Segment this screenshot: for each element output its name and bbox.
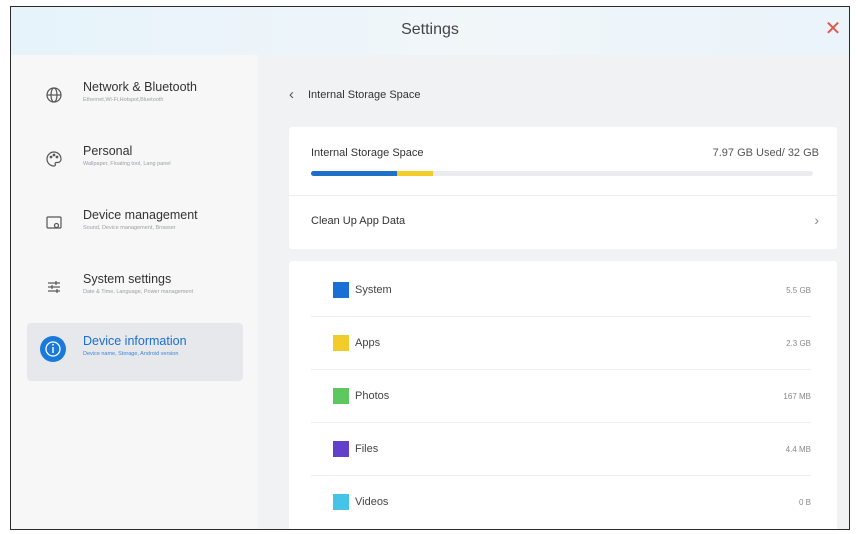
device-icon [43,212,65,234]
back-chevron-icon[interactable]: ‹ [289,85,294,105]
color-swatch [333,441,349,457]
category-name: System [355,284,392,296]
storage-used-value: 7.97 GB Used/ 32 GB [712,147,819,159]
sidebar: Network & Bluetooth Ethernet,Wi-Fi,Hotsp… [11,55,257,529]
color-swatch [333,494,349,510]
list-item-files[interactable]: Files 4.4 MB [311,424,811,476]
category-size: 167 MB [783,392,811,401]
storage-usage-bar [311,171,813,176]
main-panel: ‹ Internal Storage Space Internal Storag… [259,55,849,529]
sidebar-item-network-bluetooth[interactable]: Network & Bluetooth Ethernet,Wi-Fi,Hotsp… [27,69,241,125]
sidebar-item-subtitle: Wallpaper, Floating tool, Lang panel [83,161,171,167]
clean-up-label: Clean Up App Data [311,215,406,227]
storage-breakdown-list: System 5.5 GB Apps 2.3 GB Photos 167 MB … [289,261,837,529]
sidebar-item-label: Personal [83,144,133,158]
list-item-apps[interactable]: Apps 2.3 GB [311,318,811,370]
sidebar-item-label: Device information [83,334,187,348]
sidebar-item-subtitle: Device name, Storage, Android version [83,351,179,357]
category-size: 4.4 MB [785,445,811,454]
clean-up-app-data-button[interactable]: Clean Up App Data › [289,196,837,249]
color-swatch [333,282,349,298]
storage-bar-segment-apps [397,171,434,176]
sidebar-item-label: System settings [83,272,172,286]
palette-icon [43,148,65,170]
storage-summary-card: Internal Storage Space 7.97 GB Used/ 32 … [289,127,837,249]
storage-label: Internal Storage Space [311,147,424,159]
category-size: 5.5 GB [786,286,811,295]
divider [311,475,811,476]
color-swatch [333,335,349,351]
page-title: Internal Storage Space [308,89,421,101]
close-icon[interactable]: ✕ [821,17,845,41]
settings-window: Settings ✕ Network & Bluetooth Ethernet,… [10,6,850,530]
list-item-photos[interactable]: Photos 167 MB [311,371,811,423]
sidebar-item-subtitle: Date & Time, Language, Power management [83,289,194,295]
divider [311,369,811,370]
category-name: Apps [355,337,381,349]
list-item-videos[interactable]: Videos 0 B [311,477,811,529]
sidebar-item-label: Device management [83,208,198,222]
sidebar-item-subtitle: Ethernet,Wi-Fi,Hotspot,Bluetooth [83,97,164,103]
sidebar-item-personal[interactable]: Personal Wallpaper, Floating tool, Lang … [27,133,241,189]
category-size: 2.3 GB [786,339,811,348]
sliders-icon [43,276,65,298]
sidebar-item-system-settings[interactable]: System settings Date & Time, Language, P… [27,261,241,317]
storage-bar-segment-system [311,171,398,176]
sidebar-item-label: Network & Bluetooth [83,80,197,94]
chevron-right-icon: › [814,212,819,228]
sidebar-item-device-information[interactable]: Device information Device name, Storage,… [27,323,243,381]
sidebar-item-subtitle: Sound, Device management, Browser [83,225,176,231]
info-icon [39,335,67,363]
divider [311,316,811,317]
category-size: 0 B [798,498,811,507]
globe-icon [43,84,65,106]
window-title: Settings [401,21,459,38]
category-name: Videos [355,496,389,508]
category-name: Files [355,443,379,455]
divider [311,422,811,423]
list-item-system[interactable]: System 5.5 GB [311,265,811,317]
breadcrumb[interactable]: ‹ Internal Storage Space [289,85,421,105]
title-bar: Settings ✕ [11,7,849,55]
category-name: Photos [355,390,390,402]
sidebar-item-device-management[interactable]: Device management Sound, Device manageme… [27,197,241,253]
color-swatch [333,388,349,404]
